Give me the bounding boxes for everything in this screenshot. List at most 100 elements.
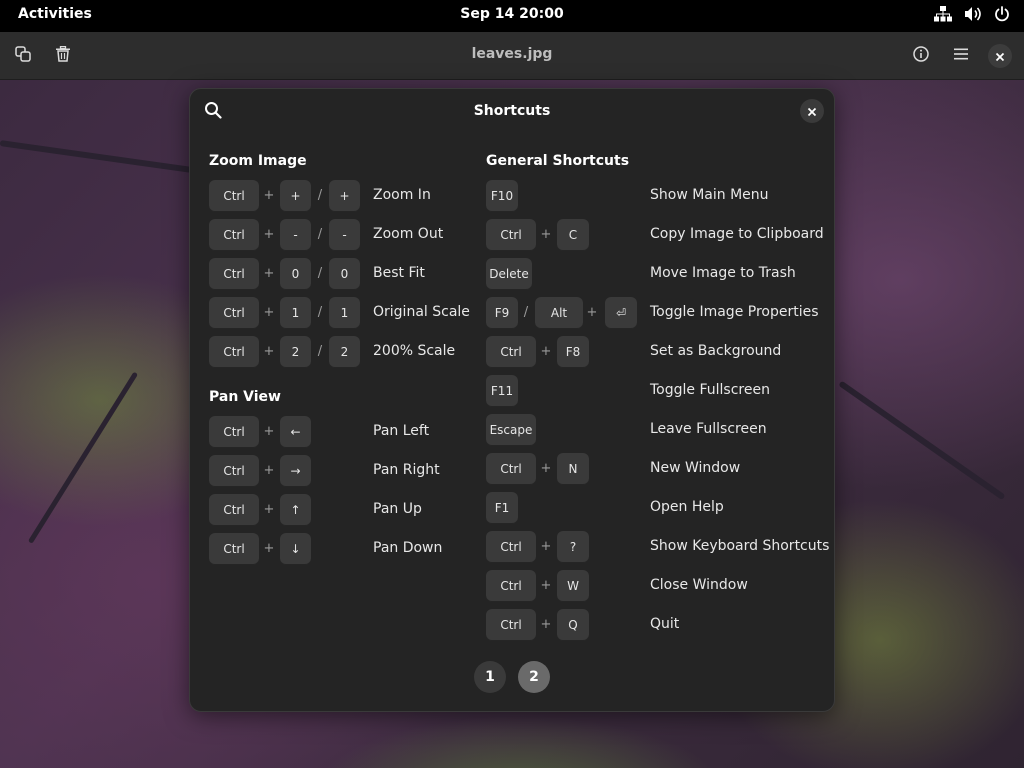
section-title-zoom: Zoom Image (209, 153, 307, 169)
key-cap: Ctrl (486, 609, 536, 641)
shortcut-description: Leave Fullscreen (650, 421, 767, 437)
close-icon (807, 102, 817, 121)
key-cap: Ctrl (486, 453, 536, 485)
key-cap: Delete (486, 258, 532, 290)
key-separator: + (263, 344, 275, 359)
shortcut-row: Ctrl + - / - Zoom Out (209, 219, 479, 251)
shortcut-row: Ctrl + C Copy Image to Clipboard (486, 219, 826, 251)
shortcut-description: Original Scale (373, 304, 470, 320)
shortcut-description: Toggle Image Properties (650, 304, 819, 320)
key-separator: / (317, 227, 323, 242)
dialog-close-button[interactable] (800, 99, 824, 123)
volume-icon[interactable] (964, 6, 982, 22)
page-button-2[interactable]: 2 (518, 661, 550, 693)
shortcut-row: Ctrl + ? Show Keyboard Shortcuts (486, 531, 830, 563)
delete-button[interactable] (47, 40, 79, 72)
key-cap: 0 (280, 258, 311, 290)
shortcut-row: Ctrl + → Pan Right (209, 455, 479, 487)
key-cap: Ctrl (209, 494, 259, 526)
key-cap: Ctrl (209, 336, 259, 368)
key-separator: + (540, 617, 552, 632)
key-separator: + (540, 539, 552, 554)
shortcut-description: New Window (650, 460, 741, 476)
key-cap: Ctrl (209, 180, 259, 212)
key-cap: Alt (535, 297, 583, 329)
main-menu-button[interactable] (945, 40, 977, 72)
shortcut-row: Ctrl + W Close Window (486, 570, 826, 602)
shortcut-row: Delete Move Image to Trash (486, 258, 826, 290)
dialog-title: Shortcuts (473, 103, 551, 119)
shortcut-row: Ctrl + ↑ Pan Up (209, 494, 479, 526)
shortcut-description: Pan Right (373, 462, 440, 478)
window-title: leaves.jpg (471, 46, 553, 62)
network-icon[interactable] (934, 6, 952, 22)
key-separator: + (540, 227, 552, 242)
shortcut-description: Zoom Out (373, 226, 444, 242)
trash-icon (55, 45, 71, 66)
shortcut-row: Ctrl + 1 / 1 Original Scale (209, 297, 479, 329)
shortcut-description: Pan Up (373, 501, 422, 517)
clock-label[interactable]: Sep 14 20:00 (460, 6, 563, 22)
shortcut-description: Zoom In (373, 187, 431, 203)
key-separator: + (263, 463, 275, 478)
key-cap: F9 (486, 297, 518, 329)
key-cap: → (280, 455, 311, 487)
key-cap: W (557, 570, 589, 602)
shortcut-description: 200% Scale (373, 343, 456, 359)
shortcut-description: Quit (650, 616, 680, 632)
shortcut-row: F11 Toggle Fullscreen (486, 375, 826, 407)
shortcut-row: Ctrl + + / + Zoom In (209, 180, 479, 212)
key-cap: Ctrl (486, 336, 536, 368)
top-bar: Activities Sep 14 20:00 (0, 0, 1024, 32)
branch-decoration (838, 380, 1006, 501)
key-cap: - (280, 219, 311, 251)
close-icon (995, 47, 1005, 66)
key-cap: 1 (329, 297, 360, 329)
copy-icon (15, 46, 31, 66)
key-separator: / (317, 344, 323, 359)
key-cap: Ctrl (486, 219, 536, 251)
branch-decoration (0, 140, 219, 177)
key-separator: + (540, 461, 552, 476)
shortcut-description: Best Fit (373, 265, 425, 281)
key-separator: + (540, 578, 552, 593)
shortcut-description: Show Main Menu (650, 187, 769, 203)
activities-button[interactable]: Activities (18, 6, 92, 22)
key-cap: ↑ (280, 494, 311, 526)
key-cap: 2 (280, 336, 311, 368)
header-bar: leaves.jpg (0, 32, 1024, 80)
window-close-button[interactable] (988, 44, 1012, 68)
key-cap: ← (280, 416, 311, 448)
key-separator: + (263, 188, 275, 203)
search-button[interactable] (200, 99, 226, 125)
key-cap: F1 (486, 492, 518, 524)
key-cap: Ctrl (209, 533, 259, 565)
key-cap: Ctrl (209, 258, 259, 290)
shortcut-row: Escape Leave Fullscreen (486, 414, 826, 446)
menu-icon (953, 46, 969, 66)
shortcut-row: Ctrl + ← Pan Left (209, 416, 479, 448)
key-cap: Escape (486, 414, 536, 446)
clock: Sep 14 20:00 (0, 6, 1024, 22)
shortcut-description: Toggle Fullscreen (650, 382, 770, 398)
shortcut-description: Copy Image to Clipboard (650, 226, 824, 242)
shortcut-description: Show Keyboard Shortcuts (650, 538, 830, 554)
shortcut-row: Ctrl + N New Window (486, 453, 826, 485)
shortcut-row: Ctrl + 2 / 2 200% Scale (209, 336, 479, 368)
shortcut-row: Ctrl + Q Quit (486, 609, 826, 641)
properties-button[interactable] (905, 40, 937, 72)
key-cap: F10 (486, 180, 518, 212)
key-cap: F11 (486, 375, 518, 407)
key-separator: + (263, 541, 275, 556)
copy-button[interactable] (7, 40, 39, 72)
shortcut-description: Open Help (650, 499, 724, 515)
key-cap: Ctrl (209, 219, 259, 251)
power-icon[interactable] (994, 6, 1010, 22)
system-tray[interactable] (934, 6, 1010, 22)
key-cap: C (557, 219, 589, 251)
key-separator: / (523, 305, 529, 320)
key-separator: + (263, 266, 275, 281)
key-separator: + (586, 305, 598, 320)
key-cap: + (329, 180, 360, 212)
page-button-1[interactable]: 1 (474, 661, 506, 693)
